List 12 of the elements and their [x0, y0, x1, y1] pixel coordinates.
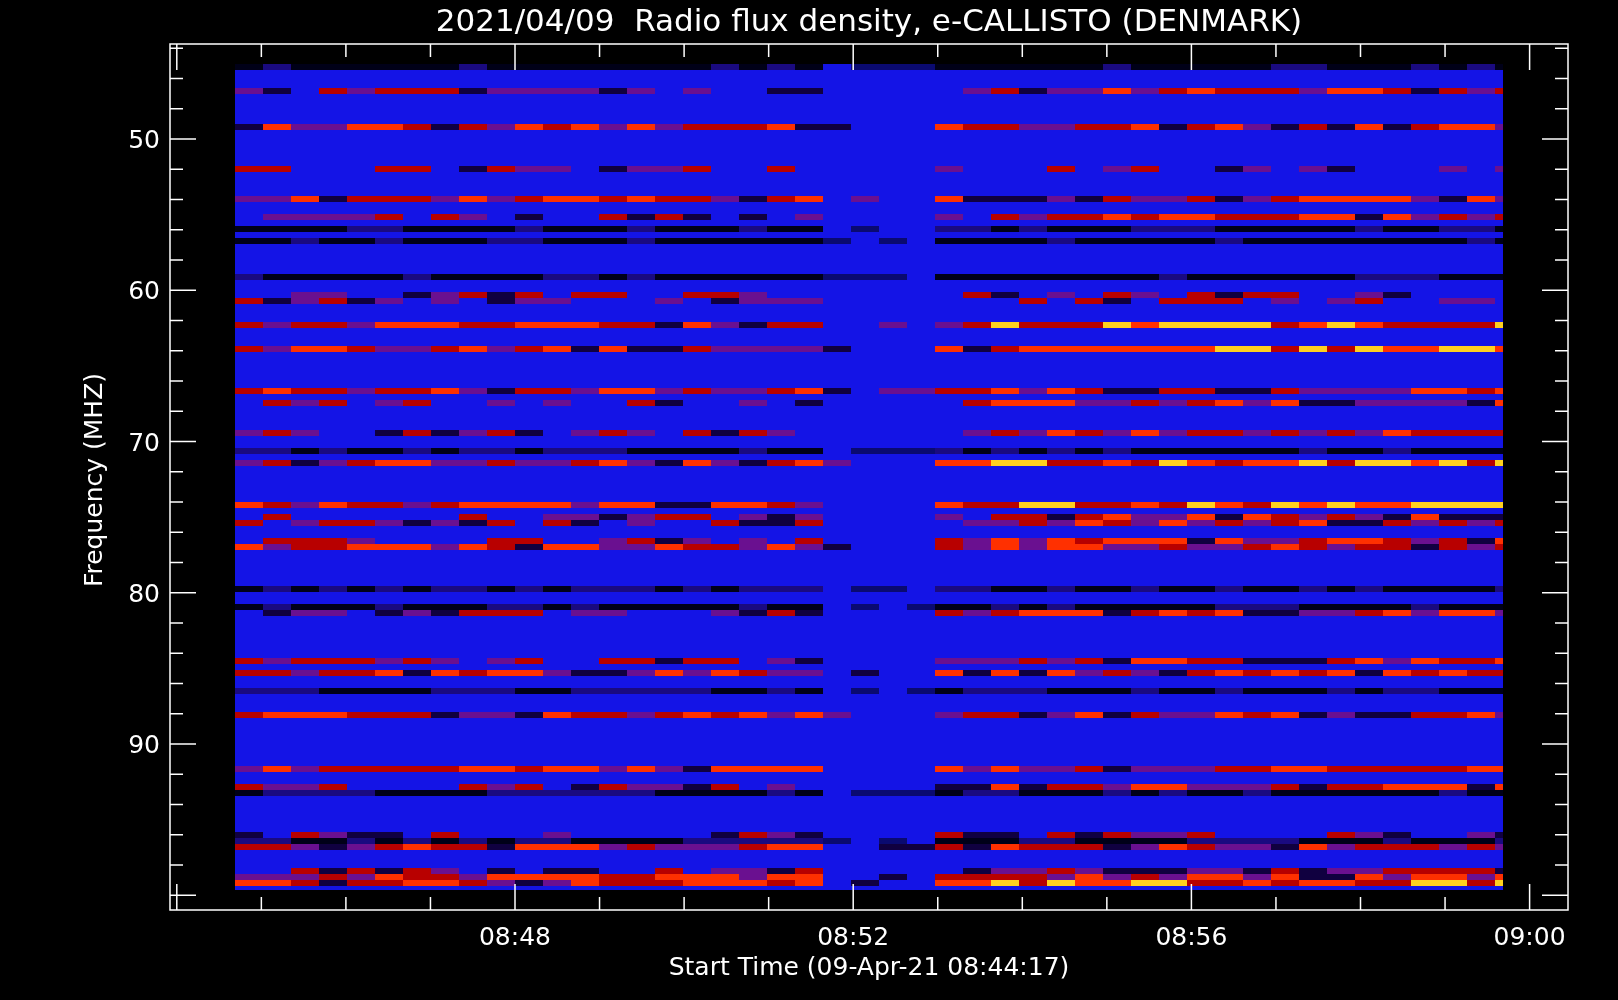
tick-label: 08:48: [479, 922, 551, 951]
tick-label: 09:00: [1493, 922, 1566, 951]
tick-label: 70: [128, 427, 160, 457]
tick-label: 08:52: [817, 922, 890, 951]
tick-label: 80: [128, 578, 160, 608]
tick-label: 60: [128, 276, 160, 306]
tick-label: 50: [128, 125, 160, 154]
tick-label: 08:56: [1155, 922, 1228, 951]
axis-label: Start Time (09-Apr-21 08:44:17): [668, 952, 1070, 981]
tick-label: 90: [128, 730, 160, 759]
axis-label: Frequency (MHZ): [79, 372, 108, 588]
chart-title: 2021/04/09 Radio flux density, e-CALLISTO (DENMARK): [435, 2, 1303, 38]
